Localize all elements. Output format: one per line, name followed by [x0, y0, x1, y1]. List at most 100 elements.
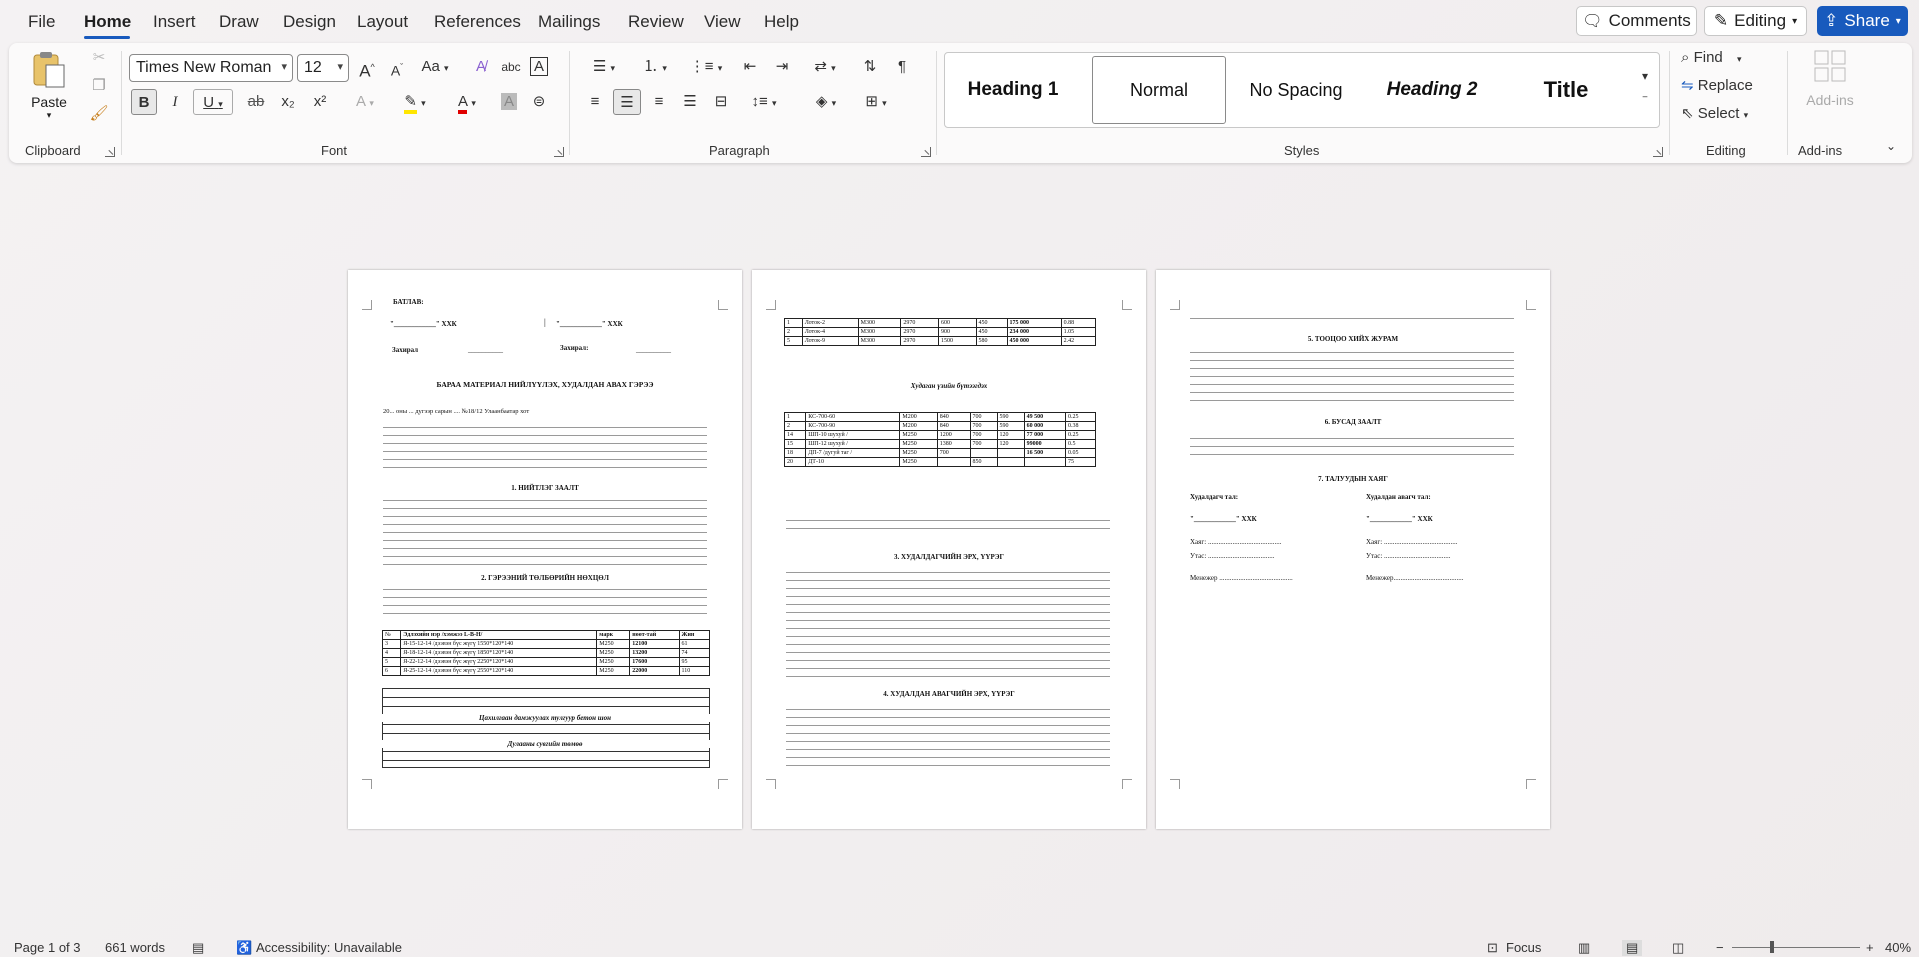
- decrease-indent-icon[interactable]: ⇤: [737, 54, 763, 80]
- proofing-icon[interactable]: ▤: [192, 940, 204, 956]
- style-title[interactable]: Title: [1501, 56, 1631, 124]
- print-layout-icon[interactable]: ▤: [1622, 940, 1643, 956]
- sort-icon[interactable]: ⇅: [857, 54, 883, 80]
- zoom-slider[interactable]: [1732, 941, 1860, 953]
- active-tab-indicator: [84, 36, 130, 39]
- align-left-icon[interactable]: ≡: [582, 89, 608, 115]
- comment-icon: 🗨: [1582, 13, 1603, 30]
- document-page-3[interactable]: 5. ТООЦОО ХИЙХ ЖУРАМ 6. БУСАД ЗААЛТ 7. Т…: [1156, 270, 1550, 829]
- zoom-level[interactable]: 40%: [1885, 940, 1911, 955]
- table-cell: M250: [596, 648, 631, 658]
- table-cell: 1380: [936, 439, 971, 449]
- editing-mode-button[interactable]: ✎ Editing ▾: [1704, 6, 1807, 36]
- strikethrough-button[interactable]: ab: [243, 89, 269, 115]
- shrink-font-button[interactable]: Aˇ: [385, 54, 409, 80]
- text-effects-icon[interactable]: A ▾: [347, 89, 383, 115]
- zoom-out-icon[interactable]: −: [1716, 940, 1724, 955]
- page-count[interactable]: Page 1 of 3: [14, 940, 81, 955]
- font-size-box[interactable]: 12 ▾: [297, 54, 349, 82]
- document-page-1[interactable]: БАТЛАВ: "____________" ХХК | "__________…: [348, 270, 742, 829]
- tab-design[interactable]: Design: [283, 12, 336, 32]
- align-center-icon[interactable]: ☰: [613, 89, 641, 115]
- highlighter-icon: ✎: [404, 93, 417, 114]
- shading-button[interactable]: ◈ ▾: [805, 89, 847, 115]
- subscript-button[interactable]: x₂: [275, 89, 301, 115]
- font-dialog-launcher[interactable]: [554, 147, 564, 157]
- superscript-button[interactable]: x²: [307, 89, 333, 115]
- table-cell: M250: [596, 639, 631, 649]
- bullets-icon: ☰: [592, 58, 607, 75]
- find-button[interactable]: ⌕ Find ▾: [1681, 45, 1771, 71]
- replace-button[interactable]: ⇋ Replace: [1681, 73, 1771, 99]
- addins-button[interactable]: Add-ins: [1799, 49, 1861, 119]
- change-case-button[interactable]: Aa ▾: [415, 54, 455, 80]
- tab-help[interactable]: Help: [764, 12, 799, 32]
- tab-home[interactable]: Home: [84, 12, 131, 32]
- numbering-button[interactable]: ⒈ ▾: [633, 54, 677, 80]
- italic-button[interactable]: I: [163, 89, 187, 115]
- style-normal[interactable]: Normal: [1092, 56, 1226, 124]
- document-page-2[interactable]: 1 Лоток-2 M300 2970 600 450 175 000 0.88 2 Лоток…: [752, 270, 1146, 829]
- word-count[interactable]: 661 words: [105, 940, 165, 955]
- highlight-color-button[interactable]: ✎ ▾: [395, 89, 435, 115]
- table-cell: 840: [936, 412, 971, 422]
- character-shading-icon[interactable]: A: [497, 89, 521, 115]
- character-border-icon[interactable]: ⊜: [527, 89, 551, 115]
- select-button[interactable]: ⇖ Select ▾: [1681, 101, 1771, 127]
- paste-button[interactable]: Paste ▾: [28, 49, 70, 125]
- align-right-icon[interactable]: ≡: [646, 89, 672, 115]
- bold-button[interactable]: B: [131, 89, 157, 115]
- show-marks-button[interactable]: ¶: [889, 54, 915, 80]
- style-heading-2[interactable]: Heading 2: [1365, 56, 1499, 124]
- zoom-in-icon[interactable]: +: [1866, 940, 1874, 955]
- justify-icon[interactable]: ☰: [677, 89, 703, 115]
- cut-icon[interactable]: ✂: [87, 45, 111, 71]
- table-cell: 1200: [936, 430, 971, 440]
- styles-more-icon[interactable]: ▾ ‾: [1631, 63, 1659, 109]
- accessibility-status[interactable]: Accessibility: Unavailable: [256, 940, 402, 955]
- font-color-button[interactable]: A ▾: [447, 89, 487, 115]
- increase-indent-icon[interactable]: ⇥: [769, 54, 795, 80]
- font-name-box[interactable]: Times New Roman ▾: [129, 54, 293, 82]
- chevron-down-icon: ▾: [1792, 15, 1798, 27]
- tab-layout[interactable]: Layout: [357, 12, 408, 32]
- copy-icon[interactable]: ❐: [87, 73, 111, 99]
- tab-review[interactable]: Review: [628, 12, 684, 32]
- intro-paragraph: [383, 425, 707, 475]
- text-direction-button[interactable]: ⇄ ▾: [805, 54, 845, 80]
- table-cell: M200: [899, 421, 938, 431]
- style-no-spacing[interactable]: No Spacing: [1229, 56, 1363, 124]
- comments-button[interactable]: 🗨 Comments: [1576, 6, 1697, 36]
- table-cell: Я-22-12-14 /дээвэн бүс жүгү 2250*120*140: [400, 657, 598, 667]
- clipboard-dialog-launcher[interactable]: [105, 147, 115, 157]
- tab-mailings[interactable]: Mailings: [538, 12, 600, 32]
- tab-file[interactable]: File: [28, 12, 55, 32]
- share-button[interactable]: ⇪ Share ▾: [1817, 6, 1908, 36]
- tab-references[interactable]: References: [434, 12, 521, 32]
- tab-view[interactable]: View: [704, 12, 741, 32]
- tray-table: 1 Лоток-2 M300 2970 600 450 175 000 0.88 2 Лоток…: [784, 318, 1097, 346]
- borders-button[interactable]: ⊞ ▾: [855, 89, 897, 115]
- distributed-icon[interactable]: ⊟: [708, 89, 734, 115]
- web-layout-icon[interactable]: ◫: [1672, 940, 1684, 956]
- multilevel-list-button[interactable]: ⋮≡ ▾: [684, 54, 728, 80]
- table-row: 6 Я-25-12-14 /дээвэн бүс жүгү 2550*120*14…: [381, 666, 711, 676]
- grow-font-button[interactable]: A^: [355, 54, 379, 81]
- line-spacing-button[interactable]: ↕≡ ▾: [743, 89, 785, 115]
- bullets-button[interactable]: ☰ ▾: [582, 54, 626, 80]
- focus-button[interactable]: Focus: [1506, 940, 1541, 955]
- read-mode-icon[interactable]: ▥: [1578, 940, 1590, 956]
- format-painter-icon[interactable]: 🖌: [87, 101, 111, 127]
- zoom-slider-thumb[interactable]: [1770, 941, 1774, 953]
- styles-dialog-launcher[interactable]: [1653, 147, 1663, 157]
- tab-draw[interactable]: Draw: [219, 12, 259, 32]
- underline-button[interactable]: U ▾: [193, 89, 233, 115]
- enclose-character-icon[interactable]: A: [527, 54, 551, 80]
- collapse-ribbon-icon[interactable]: ⌄: [1879, 133, 1903, 159]
- paragraph-dialog-launcher[interactable]: [921, 147, 931, 157]
- tab-insert[interactable]: Insert: [153, 12, 196, 32]
- table-cell: 22000: [629, 666, 680, 676]
- clear-formatting-icon[interactable]: A̸: [469, 54, 493, 80]
- style-heading-1[interactable]: Heading 1: [949, 56, 1077, 124]
- phonetic-guide-icon[interactable]: abc: [499, 54, 523, 80]
